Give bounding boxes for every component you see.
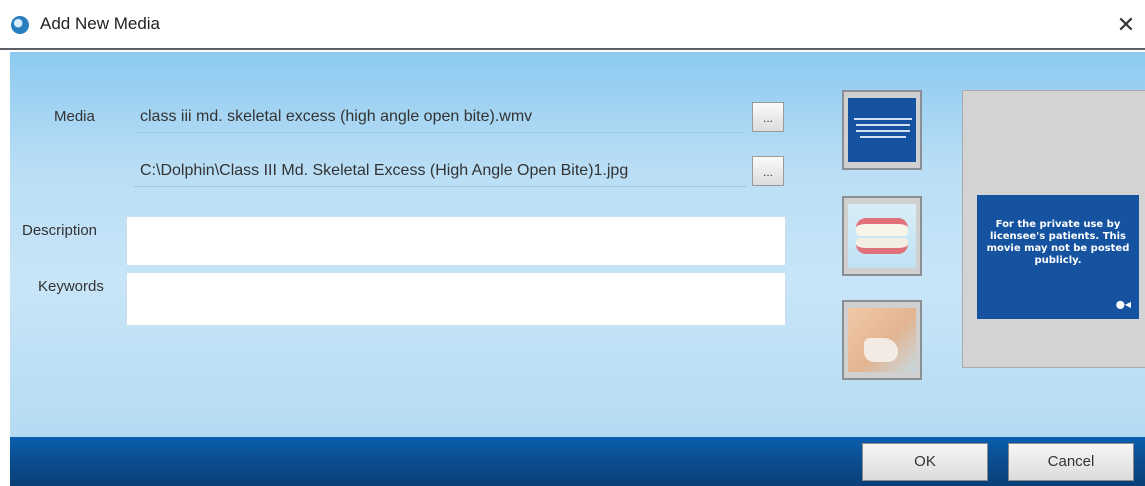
teeth-image — [848, 204, 916, 268]
thumbnail-title-card[interactable] — [842, 90, 922, 170]
thumbnail-skull[interactable] — [842, 300, 922, 380]
media-preview: For the private use by licensee's patien… — [962, 90, 1145, 368]
close-button[interactable]: ✕ — [1111, 10, 1141, 40]
thumbnail-teeth[interactable] — [842, 196, 922, 276]
skull-image — [848, 308, 916, 372]
keywords-input[interactable] — [126, 272, 786, 326]
window-title: Add New Media — [40, 14, 161, 33]
media-file-field[interactable]: class iii md. skeletal excess (high angl… — [134, 100, 746, 133]
title-bar: Add New Media ✕ — [0, 0, 1145, 50]
media-browse-button[interactable]: ... — [752, 102, 784, 132]
description-input[interactable] — [126, 216, 786, 266]
description-label: Description — [22, 222, 98, 239]
cancel-button[interactable]: Cancel — [1008, 443, 1134, 481]
preview-logo-icon: ⬤◀ — [1115, 300, 1131, 309]
thumbnail-file-field[interactable]: C:\Dolphin\Class III Md. Skeletal Excess… — [134, 154, 746, 187]
keywords-label: Keywords — [38, 278, 104, 295]
preview-card: For the private use by licensee's patien… — [977, 195, 1139, 319]
preview-text: For the private use by licensee's patien… — [986, 219, 1130, 266]
thumbnail-browse-button[interactable]: ... — [752, 156, 784, 186]
dialog-body: Media class iii md. skeletal excess (hig… — [0, 52, 1145, 437]
app-logo-icon — [11, 16, 29, 34]
media-label: Media — [54, 108, 95, 125]
dialog-footer: OK Cancel — [0, 437, 1145, 486]
ok-button[interactable]: OK — [862, 443, 988, 481]
title-card-image — [848, 98, 916, 162]
